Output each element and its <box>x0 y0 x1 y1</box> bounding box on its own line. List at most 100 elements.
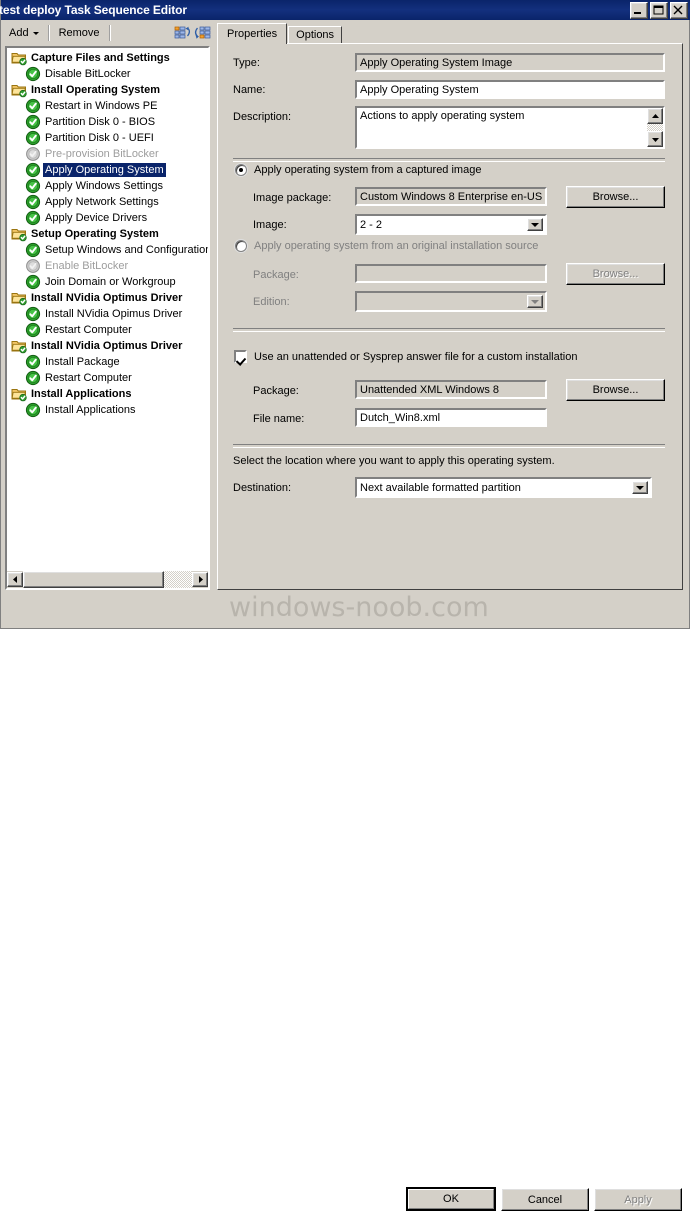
add-button-label: Add <box>9 27 29 39</box>
scroll-left-arrow-icon[interactable] <box>7 572 23 587</box>
window-title: test deploy Task Sequence Editor <box>0 3 187 17</box>
scrollbar-thumb[interactable] <box>23 571 164 588</box>
destination-label: Destination: <box>233 482 292 494</box>
radio-captured-image[interactable]: Apply operating system from a captured i… <box>235 164 481 176</box>
tree-item-label: Install Applications <box>31 388 132 400</box>
scroll-down-arrow-icon[interactable] <box>647 131 663 147</box>
step-enabled-icon <box>25 162 41 178</box>
radio-original-source-indicator[interactable] <box>235 240 247 252</box>
tree-item-label: Install NVidia Optimus Driver <box>31 292 183 304</box>
tab-strip: Properties Options <box>217 23 343 44</box>
name-input[interactable]: Apply Operating System <box>355 80 665 99</box>
unattend-package-label: Package: <box>253 385 299 397</box>
original-package-label: Package: <box>253 269 299 281</box>
description-label: Description: <box>233 111 292 123</box>
tree-step-row[interactable]: Apply Windows Settings <box>7 178 208 194</box>
tree-item-label: Restart Computer <box>45 372 132 384</box>
tree-step-row[interactable]: Pre-provision BitLocker <box>7 146 208 162</box>
tree-step-row[interactable]: Restart in Windows PE <box>7 98 208 114</box>
description-textarea[interactable]: Actions to apply operating system <box>355 106 665 149</box>
tree-step-row[interactable]: Restart Computer <box>7 322 208 338</box>
folder-icon <box>11 338 27 354</box>
destination-combobox-dropdown-button[interactable] <box>632 481 648 494</box>
tree-step-row[interactable]: Install NVidia Opimus Driver <box>7 306 208 322</box>
close-button[interactable] <box>670 2 688 19</box>
move-down-icon[interactable] <box>192 24 212 42</box>
tree-step-row[interactable]: Apply Operating System <box>7 162 208 178</box>
tree-step-row[interactable]: Join Domain or Workgroup <box>7 274 208 290</box>
minimize-button[interactable] <box>630 2 648 19</box>
tree-step-row[interactable]: Apply Network Settings <box>7 194 208 210</box>
tree-item-label: Enable BitLocker <box>45 260 129 272</box>
tree-group-row[interactable]: Install Applications <box>7 386 208 402</box>
radio-captured-image-indicator[interactable] <box>235 164 247 176</box>
step-disabled-icon <box>25 146 41 162</box>
edition-label: Edition: <box>253 296 290 308</box>
edition-combobox-dropdown-button <box>527 295 543 308</box>
dialog-button-bar: OK Cancel Apply <box>1 593 690 1211</box>
tree-step-row[interactable]: Partition Disk 0 - BIOS <box>7 114 208 130</box>
tree-group-row[interactable]: Capture Files and Settings <box>7 50 208 66</box>
tree-step-row[interactable]: Install Applications <box>7 402 208 418</box>
tree-group-row[interactable]: Install Operating System <box>7 82 208 98</box>
tab-options[interactable]: Options <box>288 26 343 44</box>
scroll-up-arrow-icon[interactable] <box>647 108 663 124</box>
remove-button[interactable]: Remove <box>53 22 106 44</box>
maximize-button[interactable] <box>650 2 668 19</box>
tree-group-row[interactable]: Install NVidia Optimus Driver <box>7 338 208 354</box>
image-combobox[interactable]: 2 - 2 <box>355 214 547 235</box>
tree-item-label: Apply Network Settings <box>45 196 159 208</box>
tree-item-label: Install Operating System <box>31 84 160 96</box>
tab-properties-label: Properties <box>227 28 278 40</box>
folder-icon <box>11 290 27 306</box>
scrollbar-track[interactable] <box>23 571 192 588</box>
ok-button[interactable]: OK <box>406 1187 496 1211</box>
task-sequence-tree[interactable]: Capture Files and Settings Disable BitLoc… <box>5 46 210 590</box>
tab-properties[interactable]: Properties <box>217 23 288 44</box>
description-vertical-scrollbar[interactable] <box>647 108 663 147</box>
tree-group-row[interactable]: Setup Operating System <box>7 226 208 242</box>
tree-step-row[interactable]: Install Package <box>7 354 208 370</box>
toolbar-separator-1 <box>47 25 50 41</box>
image-combobox-dropdown-button[interactable] <box>527 218 543 231</box>
filename-input[interactable]: Dutch_Win8.xml <box>355 408 547 427</box>
add-button[interactable]: Add <box>3 22 45 44</box>
task-sequence-editor-window: test deploy Task Sequence Editor Add Rem… <box>0 0 690 1211</box>
unattend-package-browse-label: Browse... <box>592 384 639 396</box>
radio-original-source[interactable]: Apply operating system from an original … <box>235 240 538 252</box>
tree-item-label: Apply Operating System <box>43 163 166 177</box>
destination-combobox[interactable]: Next available formatted partition <box>355 477 652 498</box>
step-enabled-icon <box>25 322 41 338</box>
tree-step-row[interactable]: Partition Disk 0 - UEFI <box>7 130 208 146</box>
tree-step-row[interactable]: Enable BitLocker <box>7 258 208 274</box>
title-bar[interactable]: test deploy Task Sequence Editor <box>0 0 690 20</box>
tree-horizontal-scrollbar[interactable] <box>7 571 208 588</box>
move-up-icon[interactable] <box>172 24 192 42</box>
image-package-browse-button[interactable]: Browse... <box>566 186 665 208</box>
unattend-package-browse-button[interactable]: Browse... <box>566 379 665 401</box>
tree-group-row[interactable]: Install NVidia Optimus Driver <box>7 290 208 306</box>
step-enabled-icon <box>25 274 41 290</box>
tree-step-row[interactable]: Disable BitLocker <box>7 66 208 82</box>
cancel-button-label: Cancel <box>527 1193 563 1206</box>
cancel-button[interactable]: Cancel <box>501 1188 589 1211</box>
step-enabled-icon <box>25 354 41 370</box>
destination-combobox-value: Next available formatted partition <box>360 481 521 494</box>
separator-2 <box>233 328 665 332</box>
tree-step-row[interactable]: Apply Device Drivers <box>7 210 208 226</box>
step-enabled-icon <box>25 98 41 114</box>
step-enabled-icon <box>25 210 41 226</box>
description-text[interactable]: Actions to apply operating system <box>357 108 647 147</box>
filename-label: File name: <box>253 413 305 425</box>
image-combobox-value: 2 - 2 <box>360 218 383 231</box>
unattend-checkbox-row[interactable]: Use an unattended or Sysprep answer file… <box>234 350 577 363</box>
image-package-browse-label: Browse... <box>592 191 639 203</box>
apply-button-label: Apply <box>624 1193 652 1206</box>
tree-step-row[interactable]: Restart Computer <box>7 370 208 386</box>
unattend-checkbox[interactable] <box>234 350 247 363</box>
ok-button-label: OK <box>408 1189 494 1209</box>
scroll-right-arrow-icon[interactable] <box>192 572 208 587</box>
tree-step-row[interactable]: Setup Windows and Configuration <box>7 242 208 258</box>
image-package-field: Custom Windows 8 Enterprise en-US <box>355 187 547 206</box>
location-hint: Select the location where you want to ap… <box>233 455 555 467</box>
